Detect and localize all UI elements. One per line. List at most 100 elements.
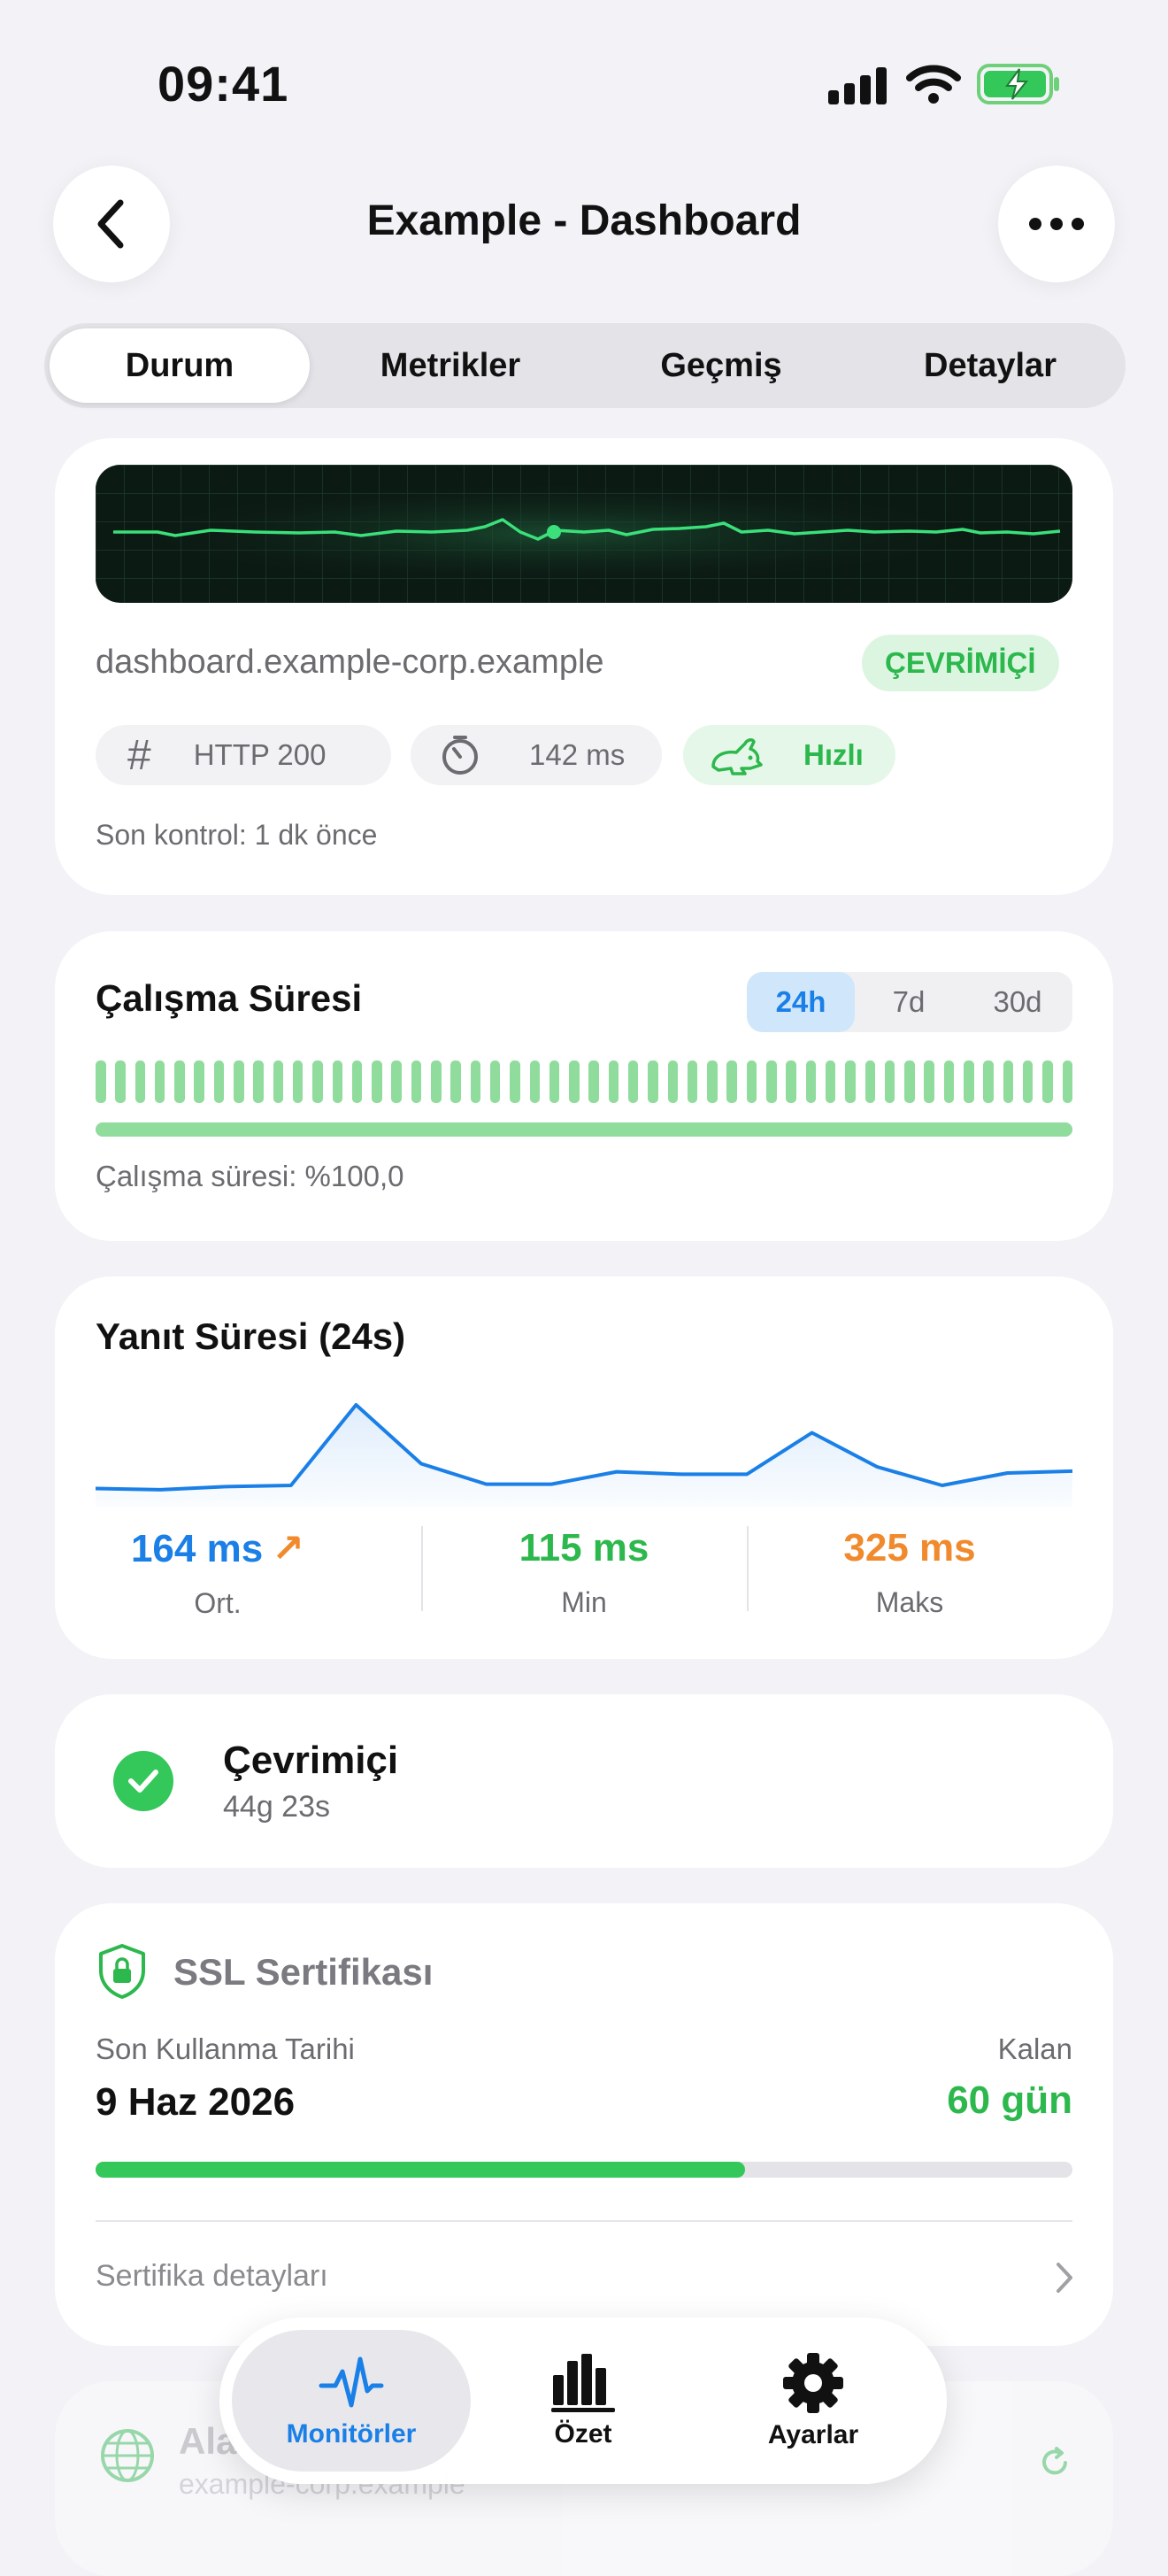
- uptime-bar: [885, 1060, 895, 1103]
- range-24h[interactable]: 24h: [747, 972, 855, 1032]
- rabbit-icon: [706, 735, 765, 775]
- monitor-url: dashboard.example-corp.example: [96, 644, 604, 682]
- uptime-bar: [174, 1060, 185, 1103]
- range-selector: 24h 7d 30d: [747, 972, 1072, 1032]
- uptime-bar: [450, 1060, 461, 1103]
- ssl-expiry-date: 9 Haz 2026: [96, 2080, 295, 2125]
- response-chart: [96, 1383, 1072, 1507]
- uptime-bar: [826, 1060, 836, 1103]
- tab-monitorler[interactable]: Monitörler: [232, 2330, 471, 2472]
- uptime-bars: [96, 1060, 1072, 1103]
- uptime-bar: [273, 1060, 284, 1103]
- uptime-bar: [471, 1060, 481, 1103]
- uptime-bar: [648, 1060, 658, 1103]
- uptime-progress-fill: [96, 1122, 1072, 1137]
- uptime-bar: [312, 1060, 323, 1103]
- uptime-bar: [96, 1060, 106, 1103]
- uptime-bar: [983, 1060, 994, 1103]
- uptime-bar: [530, 1060, 541, 1103]
- uptime-bar: [490, 1060, 501, 1103]
- http-code-pill: # HTTP 200: [96, 725, 391, 785]
- tab-ozet[interactable]: Özet: [464, 2330, 703, 2472]
- response-time-card: Yanıt Süresi (24s) 164 ms↗ Ort. 115 ms M…: [55, 1276, 1113, 1659]
- uptime-bar: [352, 1060, 363, 1103]
- tab-metrikler[interactable]: Metrikler: [320, 328, 580, 403]
- chevron-right-icon: [1055, 2261, 1076, 2299]
- uptime-bar: [924, 1060, 934, 1103]
- uptime-bar: [391, 1060, 402, 1103]
- response-area: [96, 1405, 1072, 1507]
- range-7d[interactable]: 7d: [855, 972, 963, 1032]
- heartbeat-dot: [547, 525, 561, 539]
- range-30d[interactable]: 30d: [963, 972, 1072, 1032]
- uptime-bar: [549, 1060, 560, 1103]
- online-title: Çevrimiçi: [223, 1739, 398, 1783]
- tab-ozet-label: Özet: [554, 2419, 611, 2449]
- latency-pill: 142 ms: [411, 725, 662, 785]
- page-title: Example - Dashboard: [0, 197, 1168, 245]
- tab-bar: Monitörler Özet: [219, 2318, 947, 2484]
- uptime-bar: [155, 1060, 165, 1103]
- uptime-bar: [135, 1060, 146, 1103]
- uptime-bar: [726, 1060, 737, 1103]
- tab-ayarlar-label: Ayarlar: [768, 2420, 858, 2450]
- segmented-control: Durum Metrikler Geçmiş Detaylar: [44, 323, 1126, 408]
- uptime-bar: [1063, 1060, 1073, 1103]
- uptime-bar: [865, 1060, 876, 1103]
- waveform-icon: [318, 2352, 385, 2414]
- ssl-details-link[interactable]: Sertifika detayları: [96, 2259, 328, 2294]
- cellular-signal-icon: [828, 66, 888, 109]
- stat-max: 325 ms Maks: [747, 1526, 1072, 1619]
- response-line: [96, 1405, 1072, 1490]
- uptime-bar: [845, 1060, 856, 1103]
- tab-durum[interactable]: Durum: [50, 328, 310, 403]
- online-status-card: Çevrimiçi 44g 23s: [55, 1694, 1113, 1868]
- shield-lock-icon: [96, 1942, 149, 2005]
- uptime-bar: [609, 1060, 619, 1103]
- stat-average: 164 ms↗ Ort.: [55, 1526, 380, 1620]
- stat-min: 115 ms Min: [421, 1526, 747, 1619]
- uptime-text: Çalışma süresi: %100,0: [96, 1160, 403, 1193]
- ssl-progress-fill: [96, 2162, 745, 2178]
- uptime-bar: [766, 1060, 777, 1103]
- status-badge: ÇEVRİMİÇİ: [862, 635, 1059, 691]
- uptime-bar: [1042, 1060, 1053, 1103]
- ssl-title: SSL Sertifikası: [173, 1951, 433, 1994]
- uptime-bar: [293, 1060, 304, 1103]
- uptime-bar: [747, 1060, 757, 1103]
- status-time: 09:41: [158, 55, 288, 112]
- ssl-remaining-label: Kalan: [998, 2032, 1072, 2066]
- ssl-expiry-label: Son Kullanma Tarihi: [96, 2032, 355, 2066]
- status-card: dashboard.example-corp.example ÇEVRİMİÇİ…: [55, 438, 1113, 895]
- http-code-value: HTTP 200: [194, 738, 327, 772]
- uptime-bar: [964, 1060, 974, 1103]
- uptime-bar: [904, 1060, 915, 1103]
- uptime-bar: [194, 1060, 204, 1103]
- refresh-icon[interactable]: [1037, 2445, 1072, 2485]
- checkmark-circle-icon: [113, 1751, 173, 1811]
- speed-label: Hızlı: [803, 738, 864, 772]
- uptime-title: Çalışma Süresi: [96, 977, 362, 1020]
- trend-up-icon: ↗: [272, 1527, 304, 1570]
- timer-icon: [441, 735, 480, 775]
- uptime-bar: [688, 1060, 698, 1103]
- ssl-progress-track: [96, 2162, 1072, 2178]
- uptime-bar: [1023, 1060, 1034, 1103]
- stat-min-label: Min: [421, 1586, 747, 1619]
- tab-gecmis[interactable]: Geçmiş: [591, 328, 851, 403]
- speed-pill: Hızlı: [683, 725, 895, 785]
- more-button[interactable]: [998, 166, 1115, 282]
- uptime-bar: [214, 1060, 225, 1103]
- globe-icon: [99, 2427, 156, 2488]
- uptime-bar: [806, 1060, 817, 1103]
- uptime-bar: [588, 1060, 599, 1103]
- gear-icon: [780, 2351, 847, 2415]
- uptime-bar: [707, 1060, 718, 1103]
- uptime-bar: [668, 1060, 679, 1103]
- tab-ayarlar[interactable]: Ayarlar: [694, 2330, 933, 2472]
- uptime-bar: [234, 1060, 244, 1103]
- uptime-bar: [569, 1060, 580, 1103]
- wifi-icon: [906, 64, 961, 109]
- stat-min-value: 115 ms: [421, 1526, 747, 1570]
- tab-detaylar[interactable]: Detaylar: [860, 328, 1120, 403]
